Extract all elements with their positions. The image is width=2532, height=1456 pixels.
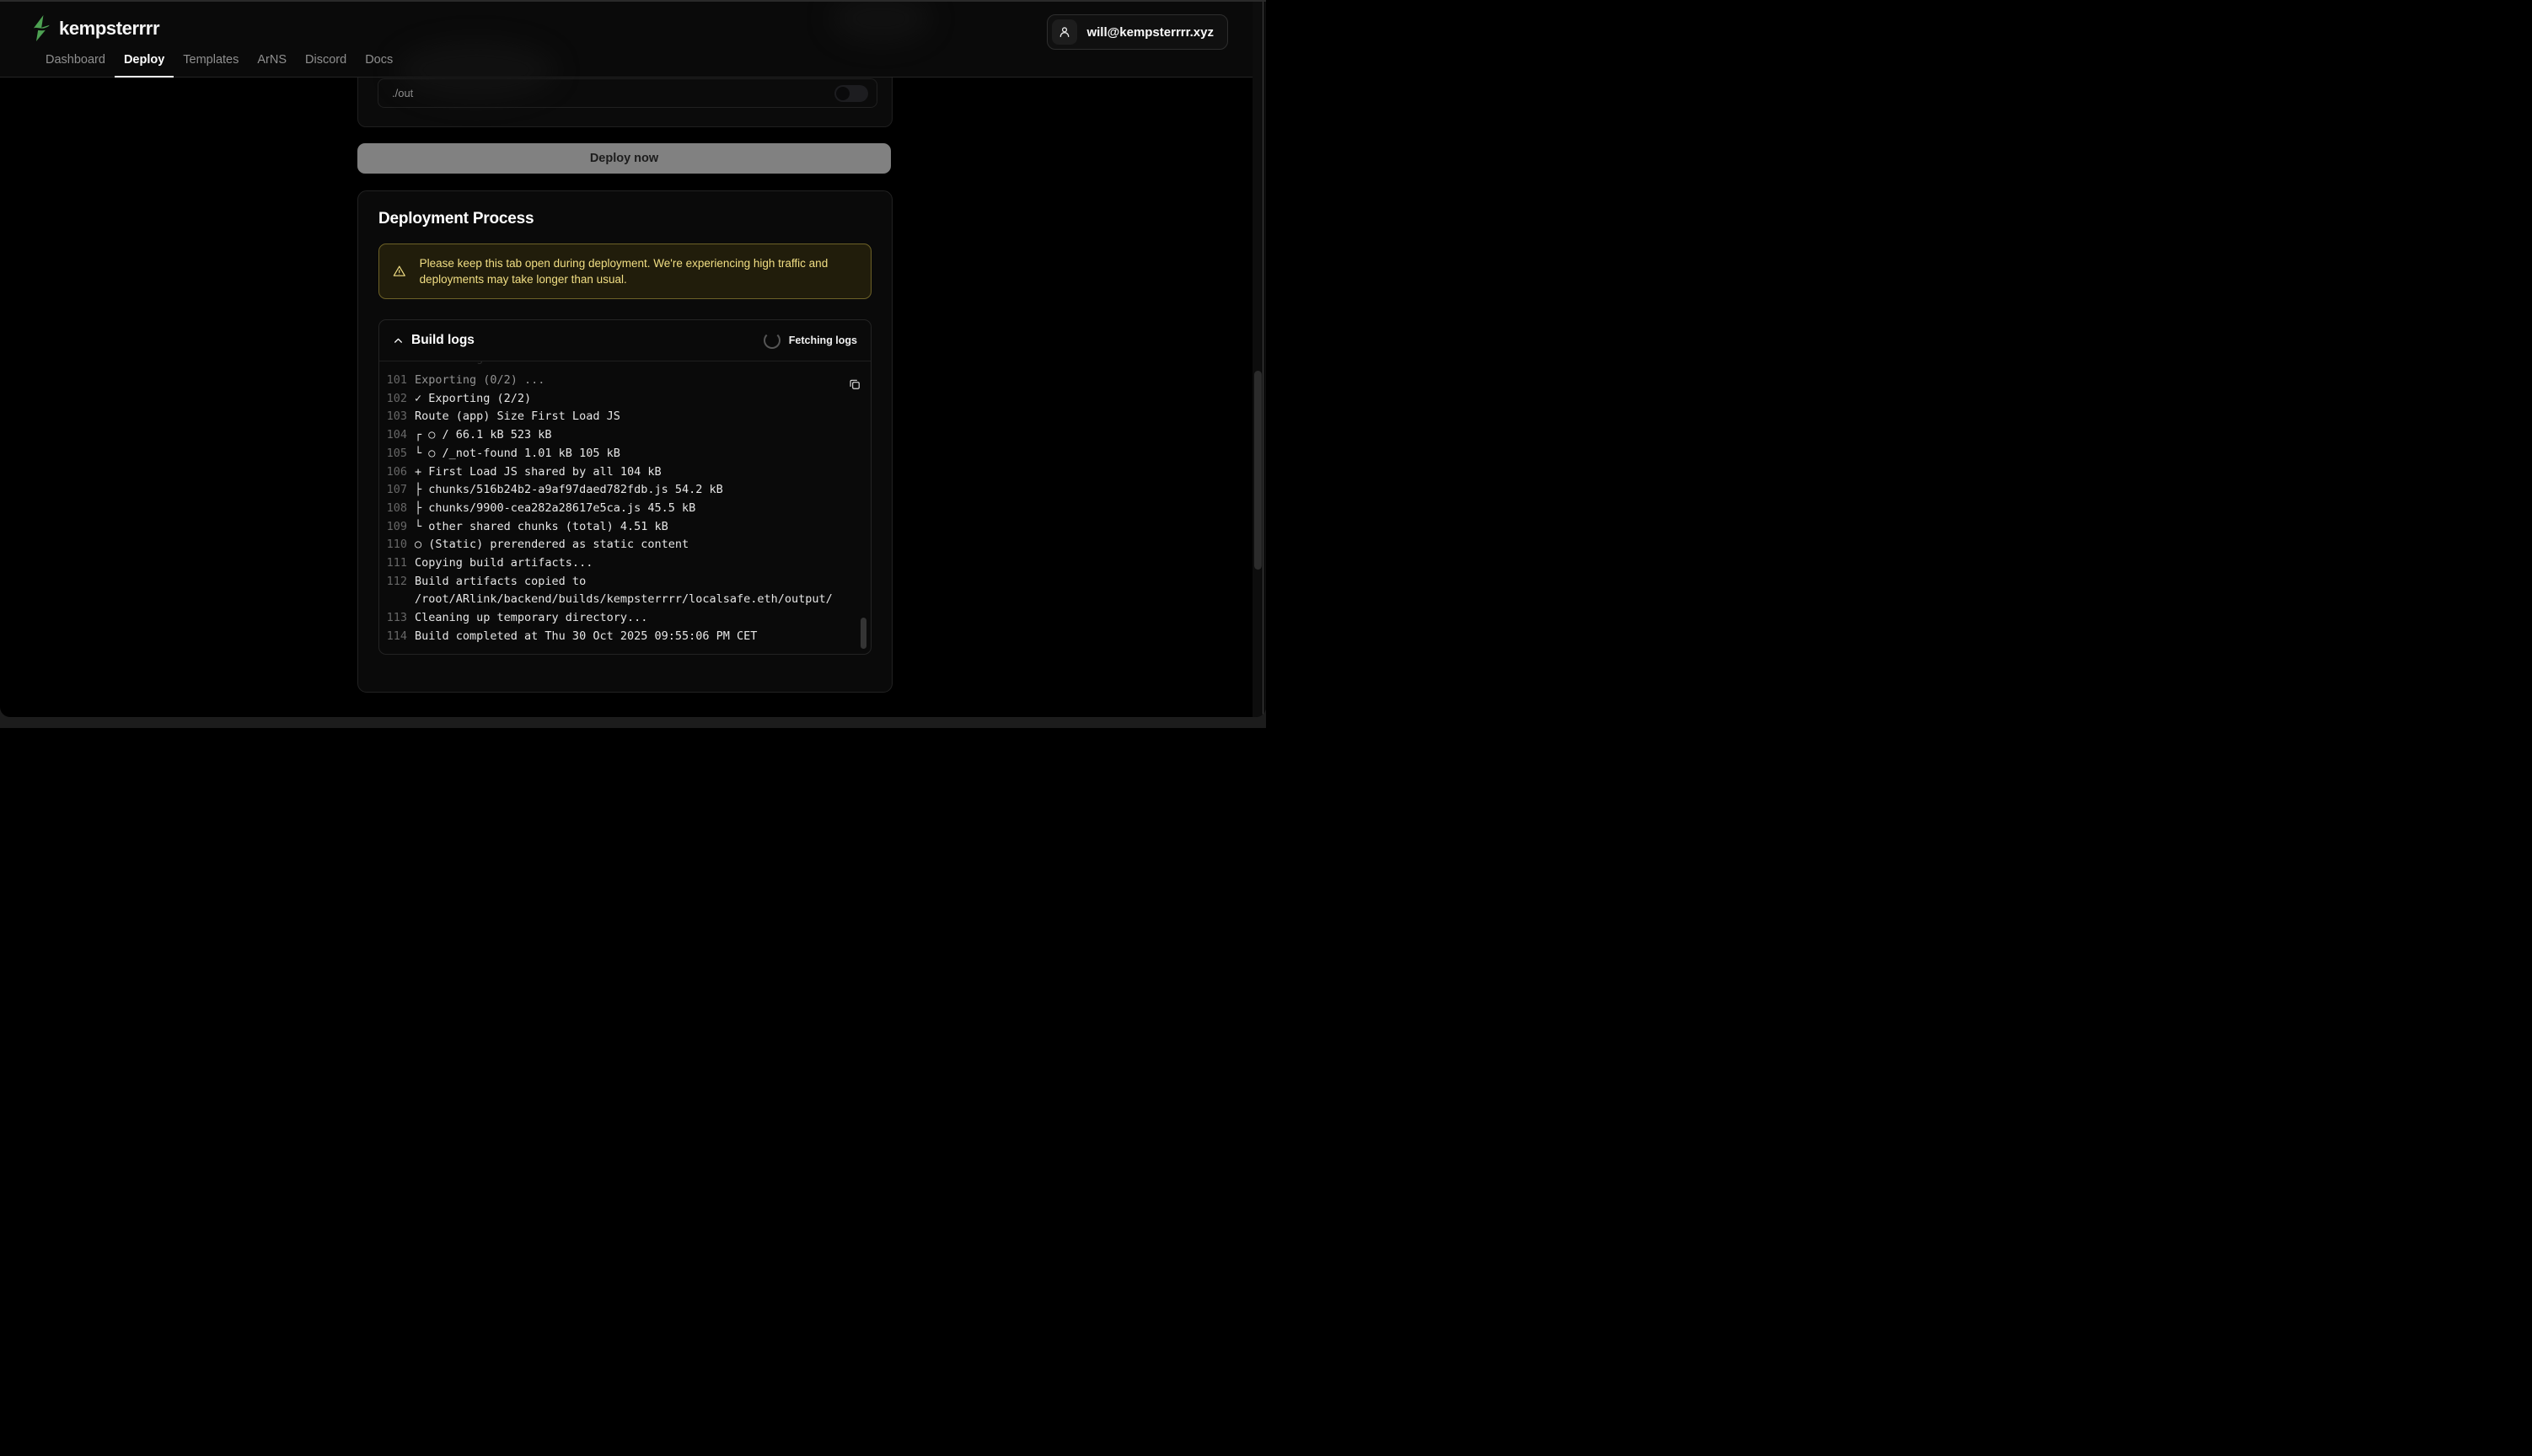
deploy-now-button[interactable]: Deploy now [357,143,891,174]
copy-icon [849,378,861,390]
log-line-text: ○ (Static) prerendered as static content [415,536,689,554]
deployment-process-card: Deployment Process Please keep this tab … [357,190,893,693]
log-line-number: 112 [385,573,407,592]
window-bottom-edge [0,717,1266,728]
nav-item-arns[interactable]: ArNS [248,53,296,77]
log-lines: 101 Exporting (0/2) ... 102 ✓ Exporting (2/… [385,372,871,646]
page-scrollbar-edge [1263,0,1264,717]
log-line-number: 111 [385,554,407,573]
output-directory-toggle[interactable] [834,85,868,102]
log-line-text: /root/ARlink/backend/builds/kempsterrrr/… [415,591,833,609]
top-nav: kempsterrrr DashboardDeployTemplatesArNS… [0,0,1266,78]
build-logs-header[interactable]: Build logs Fetching logs [379,320,871,361]
log-line-number: 110 [385,536,407,554]
log-line-text: Route (app) Size First Load JS [415,408,620,426]
log-line-number: 114 [385,628,407,646]
account-email: will@kempsterrrr.xyz [1086,25,1214,40]
nav-item-discord[interactable]: Discord [296,53,356,77]
nav-item-templates[interactable]: Templates [174,53,248,77]
log-line-text: Build artifacts copied to [415,573,586,592]
log-line-number: 108 [385,500,407,518]
log-line: 108 ├ chunks/9900-cea282a28617e5ca.js 45.… [385,500,871,518]
log-line-text: Exporting (0/2) ... [415,372,544,390]
log-line: 110 ○ (Static) prerendered as static cont… [385,536,871,554]
log-line-text: Copying build artifacts... [415,554,593,573]
main-nav: DashboardDeployTemplatesArNSDiscordDocs [36,53,402,77]
window-top-edge [0,0,1266,2]
log-line-number: 105 [385,445,407,463]
log-line: 111 Copying build artifacts... [385,554,871,573]
log-line-text: Cleaning up temporary directory... [415,609,647,628]
log-line-text: Collecting build traces ... [415,361,599,368]
nav-item-deploy[interactable]: Deploy [115,53,174,77]
nav-item-dashboard[interactable]: Dashboard [36,53,115,77]
log-line-clipped: Collecting build traces ... [385,361,871,372]
copy-logs-button[interactable] [845,375,864,393]
account-button[interactable]: will@kempsterrrr.xyz [1047,14,1228,50]
warning-icon [393,262,406,281]
build-logs-status-label: Fetching logs [789,335,857,346]
log-line: /root/ARlink/backend/builds/kempsterrrr/… [385,591,871,609]
log-line-number: 104 [385,426,407,445]
log-line-text: └ ○ /_not-found 1.01 kB 105 kB [415,445,620,463]
brand-name: kempsterrrr [59,18,159,40]
log-line-text: Build completed at Thu 30 Oct 2025 09:55… [415,628,757,646]
log-line-text: ┌ ○ / 66.1 kB 523 kB [415,426,552,445]
user-icon [1052,19,1077,45]
log-line-text: ✓ Exporting (2/2) [415,390,531,409]
log-line-number: 103 [385,408,407,426]
loading-spinner-icon [764,332,781,349]
log-line: 113 Cleaning up temporary directory... [385,609,871,628]
log-line-number: 102 [385,390,407,409]
log-line-number [385,591,407,609]
log-line-number: 109 [385,518,407,537]
log-line: 106 + First Load JS shared by all 104 kB [385,463,871,482]
build-logs-output[interactable]: Collecting build traces ... 101 Exporting… [379,361,871,654]
log-line: 101 Exporting (0/2) ... [385,372,871,390]
build-logs-status: Fetching logs [764,332,857,349]
brand-logo-icon [30,15,51,41]
log-line: 112 Build artifacts copied to [385,573,871,592]
page-scrollbar-thumb[interactable] [1254,371,1262,570]
log-line-number: 113 [385,609,407,628]
build-logs-panel: Build logs Fetching logs Collecting buil… [378,319,872,655]
warning-banner: Please keep this tab open during deploym… [378,244,872,299]
log-line-text: + First Load JS shared by all 104 kB [415,463,662,482]
nav-item-docs[interactable]: Docs [356,53,402,77]
log-line-text: ├ chunks/516b24b2-a9af97daed782fdb.js 54… [415,481,723,500]
header-blur-ghost [830,0,931,44]
brand[interactable]: kempsterrrr [30,15,159,41]
warning-text: Please keep this tab open during deploym… [420,255,857,288]
page: ./out Deploy now Deployment Process Plea… [0,0,1266,717]
log-line-number: 106 [385,463,407,482]
log-line-number: 101 [385,372,407,390]
log-line: 114 Build completed at Thu 30 Oct 2025 09… [385,628,871,646]
toggle-knob [836,87,850,100]
log-scrollbar-thumb[interactable] [861,618,866,649]
log-line-text: ├ chunks/9900-cea282a28617e5ca.js 45.5 k… [415,500,695,518]
header-blur-ghost [396,40,556,99]
log-line: 105 └ ○ /_not-found 1.01 kB 105 kB [385,445,871,463]
chevron-up-icon [393,335,404,346]
build-logs-title: Build logs [411,333,475,348]
log-line-text: └ other shared chunks (total) 4.51 kB [415,518,668,537]
log-line: 104 ┌ ○ / 66.1 kB 523 kB [385,426,871,445]
log-line: 109 └ other shared chunks (total) 4.51 kB [385,518,871,537]
app-window: ./out Deploy now Deployment Process Plea… [0,0,1266,728]
log-line: 103 Route (app) Size First Load JS [385,408,871,426]
page-scrollbar[interactable] [1253,0,1266,717]
log-line-number: 107 [385,481,407,500]
log-line: 107 ├ chunks/516b24b2-a9af97daed782fdb.js… [385,481,871,500]
deployment-process-title: Deployment Process [378,210,534,228]
log-line: 102 ✓ Exporting (2/2) [385,390,871,409]
